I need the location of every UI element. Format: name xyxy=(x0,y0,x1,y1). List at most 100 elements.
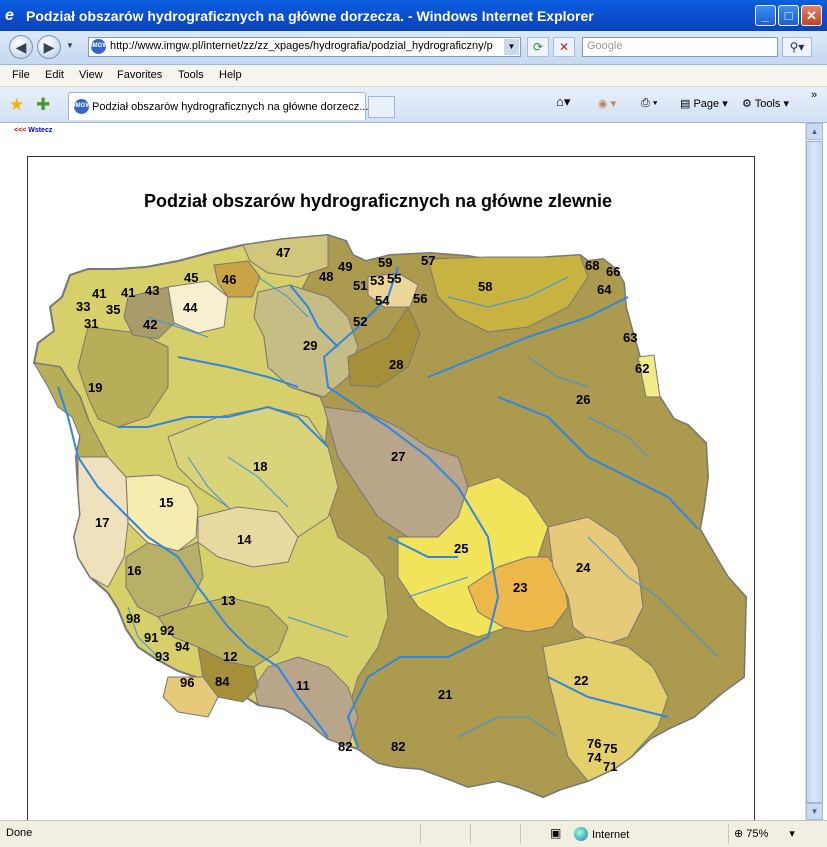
menu-file[interactable]: File xyxy=(12,69,30,81)
region-label: 74 xyxy=(587,750,602,765)
region-label: 14 xyxy=(237,532,252,547)
region-label: 46 xyxy=(222,272,236,287)
add-favorite-icon[interactable]: ✚ xyxy=(36,95,50,115)
page-content: <<< Wstecz 47 49 59 57 68 66 64 45 46 48… xyxy=(2,123,805,820)
search-button[interactable]: ⚲▾ xyxy=(782,37,812,57)
region-label: 82 xyxy=(338,739,352,754)
region-label: 22 xyxy=(574,673,588,688)
region-label: 75 xyxy=(603,741,617,756)
zoom-icon: ⊕ xyxy=(734,828,744,840)
zoom-dropdown-icon: ▾ xyxy=(789,828,795,840)
region-label: 16 xyxy=(127,563,141,578)
vertical-scrollbar[interactable]: ▲ ▼ xyxy=(805,123,823,820)
map-title: Podział obszarów hydrograficznych na głó… xyxy=(143,191,613,211)
zoom-level: 75% xyxy=(746,828,769,840)
tools-menu-button[interactable]: ⚙ Tools ▾ xyxy=(742,97,789,110)
back-link-text: Wstecz xyxy=(28,127,53,134)
region-label: 45 xyxy=(184,270,198,285)
title-bar: e Podział obszarów hydrograficznych na g… xyxy=(0,0,827,32)
back-link[interactable]: <<< Wstecz xyxy=(14,127,52,134)
region-label: 17 xyxy=(95,515,109,530)
region-label: 52 xyxy=(353,314,367,329)
scroll-up-button[interactable]: ▲ xyxy=(806,123,823,140)
status-divider xyxy=(520,824,521,844)
region-label: 28 xyxy=(389,357,403,372)
minimize-button[interactable]: _ xyxy=(755,5,776,26)
address-url[interactable]: http://www.imgw.pl/internet/zz/zz_xpages… xyxy=(110,40,495,52)
region-label: 44 xyxy=(183,300,198,315)
region-label: 76 xyxy=(587,736,601,751)
scroll-thumb[interactable] xyxy=(806,141,823,803)
chevron-more-icon[interactable]: » xyxy=(811,89,817,101)
window-title: Podział obszarów hydrograficznych na głó… xyxy=(26,8,594,24)
globe-icon xyxy=(574,827,588,841)
address-dropdown-icon[interactable]: ▼ xyxy=(504,39,519,55)
tools-menu-label: Tools xyxy=(754,98,781,110)
region-label: 63 xyxy=(623,330,637,345)
home-icon[interactable]: ⌂▾ xyxy=(556,94,570,110)
region-label: 55 xyxy=(387,271,401,286)
tab-favicon-icon: IMGW xyxy=(74,99,91,114)
region-label: 64 xyxy=(597,282,612,297)
address-input[interactable]: IMGW http://www.imgw.pl/internet/zz/zz_x… xyxy=(88,37,521,57)
region-label: 31 xyxy=(84,316,98,331)
right-arrow-icon: ▶ xyxy=(43,39,55,55)
close-button[interactable]: ✕ xyxy=(801,5,822,26)
region-label: 56 xyxy=(413,291,427,306)
region-label: 54 xyxy=(375,293,390,308)
menu-favorites[interactable]: Favorites xyxy=(117,69,162,81)
region-label: 18 xyxy=(253,459,267,474)
search-input[interactable]: Google xyxy=(582,37,778,57)
forward-button[interactable]: ▶ xyxy=(37,35,61,59)
security-icon[interactable]: ▣ xyxy=(550,826,561,840)
stop-button[interactable]: ✕ xyxy=(553,37,575,57)
gear-icon: ⚙ xyxy=(742,98,752,110)
new-tab-button[interactable] xyxy=(368,96,395,118)
menu-edit[interactable]: Edit xyxy=(45,69,64,81)
region-label: 91 xyxy=(144,630,158,645)
region-label: 58 xyxy=(478,279,492,294)
back-button[interactable]: ◀ xyxy=(9,35,33,59)
region-label: 62 xyxy=(635,361,649,376)
region-label: 47 xyxy=(276,245,290,260)
region-label: 43 xyxy=(145,283,159,298)
page-menu-button[interactable]: ▤ Page ▾ xyxy=(680,97,728,110)
region-label: 92 xyxy=(160,623,174,638)
region-label: 84 xyxy=(215,674,230,689)
region-label: 59 xyxy=(378,255,392,270)
printer-icon[interactable]: ⎙ ▾ xyxy=(641,97,657,110)
region-label: 96 xyxy=(180,675,194,690)
tab-active[interactable]: IMGW Podział obszarów hydrograficznych n… xyxy=(68,92,368,120)
back-link-arrows: <<< xyxy=(14,127,27,134)
region-label: 71 xyxy=(603,759,617,774)
tab-bar: ★ ✚ IMGW Podział obszarów hydrograficzny… xyxy=(0,87,827,123)
region-label: 35 xyxy=(106,302,120,317)
rss-icon[interactable]: ◉ ▾ xyxy=(598,97,616,110)
menu-tools[interactable]: Tools xyxy=(178,69,204,81)
region-label: 13 xyxy=(221,593,235,608)
refresh-button[interactable]: ⟳ xyxy=(527,37,549,57)
region-label: 24 xyxy=(576,560,591,575)
region-label: 19 xyxy=(88,380,102,395)
region-label: 94 xyxy=(175,639,190,654)
security-zone[interactable]: Internet xyxy=(574,827,629,841)
status-bar: Done ▣ Internet ⊕ 75% ▾ xyxy=(0,820,827,847)
region-label: 93 xyxy=(155,649,169,664)
maximize-button[interactable]: □ xyxy=(778,5,799,26)
region-label: 25 xyxy=(454,541,468,556)
region-label: 68 xyxy=(585,258,599,273)
region-label: 23 xyxy=(513,580,527,595)
menu-help[interactable]: Help xyxy=(219,69,242,81)
address-toolbar: ◀ ▶ ▼ IMGW http://www.imgw.pl/internet/z… xyxy=(0,31,827,65)
status-divider xyxy=(470,824,471,844)
menu-view[interactable]: View xyxy=(79,69,103,81)
region-label: 41 xyxy=(92,286,106,301)
region-label: 48 xyxy=(319,269,333,284)
region-label: 26 xyxy=(576,392,590,407)
hydrographic-map: 47 49 59 57 68 66 64 45 46 48 51 53 55 5… xyxy=(32,233,748,799)
favorites-center-star-icon[interactable]: ★ xyxy=(9,95,24,115)
scroll-down-button[interactable]: ▼ xyxy=(806,803,823,820)
history-dropdown-icon[interactable]: ▼ xyxy=(66,41,74,50)
region-label: 53 xyxy=(370,273,384,288)
zoom-control[interactable]: ⊕ 75% ▾ xyxy=(734,827,795,840)
